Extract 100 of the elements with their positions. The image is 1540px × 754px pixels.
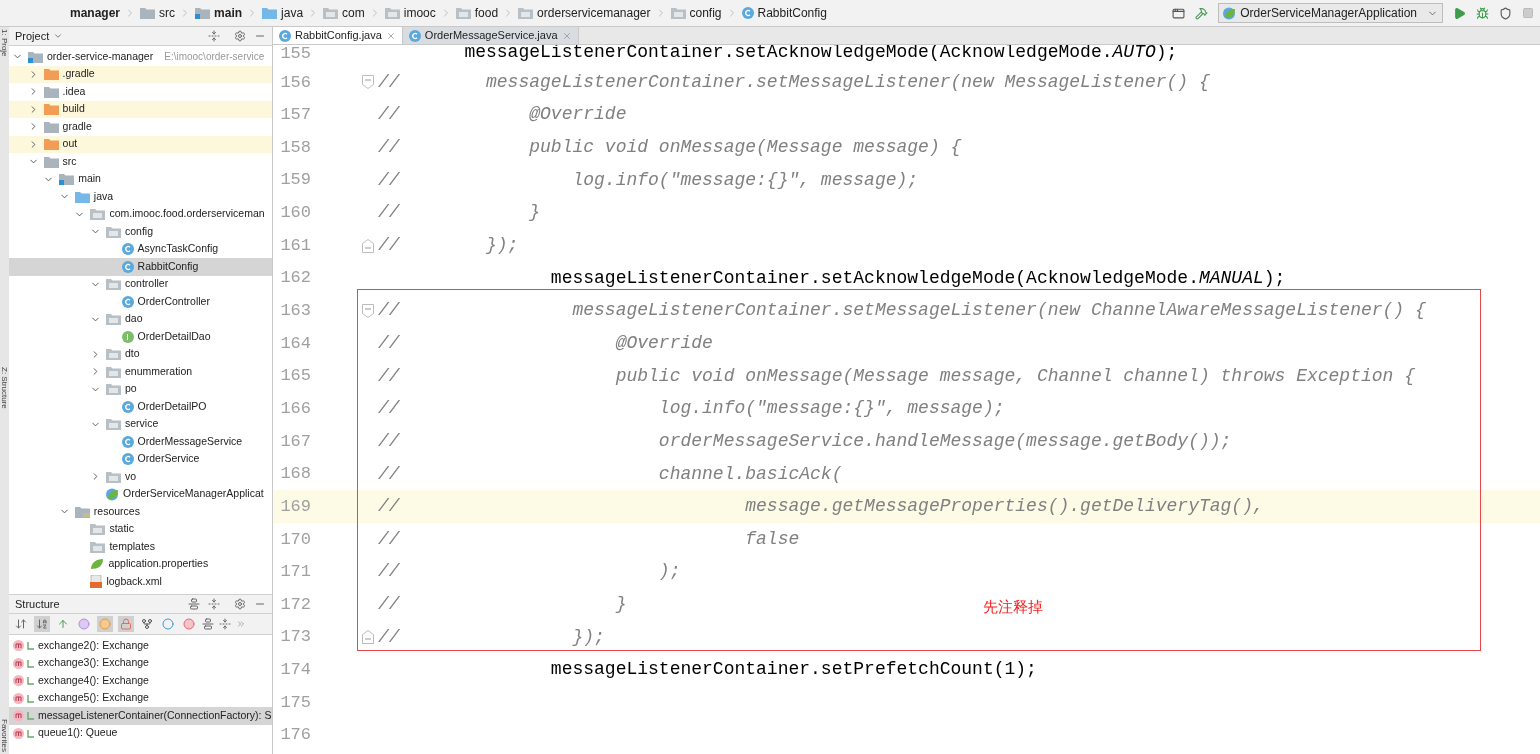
editor-tab[interactable]: RabbitConfig.java [273,27,403,44]
tree-item[interactable]: out [9,135,272,153]
caret-icon[interactable] [53,31,64,41]
method-icon [13,657,24,669]
line-number: 156 [279,71,311,94]
close-icon[interactable] [385,30,396,41]
code-line: // }); [378,234,519,257]
tree-item[interactable]: gradle [9,118,272,136]
breadcrumb[interactable]: config [689,4,722,22]
tree-item[interactable]: logback.xml [9,573,272,591]
panel-title[interactable]: Structure [15,595,60,613]
tree-item[interactable]: com.imooc.food.orderserviceman [9,205,272,223]
code-line: // public void onMessage(Message message, Channel channel) throws Exception { [378,364,1415,388]
tree-item[interactable]: build [9,100,272,118]
breadcrumb[interactable]: RabbitConfig [757,4,827,22]
leaf-icon [90,558,105,571]
line-number: 170 [279,528,311,551]
editor-tab[interactable]: OrderMessageService.java [402,27,579,44]
tree-item-label: logback.xml [106,573,162,589]
structure-item[interactable]: exchange5(): Exchange [9,689,272,707]
structure-item[interactable]: exchange2(): Exchange [9,637,272,655]
tree-item[interactable]: OrderDetailPO [9,398,272,416]
breadcrumb[interactable]: src [159,4,176,22]
tool-window-label[interactable]: 1: Proje [0,29,9,57]
tree-item-label: resources [93,503,140,519]
stop-icon[interactable] [1522,7,1534,19]
run-icon[interactable] [1453,6,1466,20]
class-icon [121,295,134,308]
breadcrumb[interactable]: manager [70,4,121,22]
tree-item[interactable]: main [9,170,272,188]
folder-icon [74,505,90,518]
tree-item[interactable]: java [9,188,272,206]
tree-item[interactable]: service [9,415,272,433]
tree-item[interactable]: order-service-manager E:\imooc\order-service [9,48,272,66]
tree-item[interactable]: AsyncTaskConfig [9,240,272,258]
line-number: 169 [279,495,311,518]
code-line: // orderMessageService.handleMessage(message.getBody()); [378,429,1232,453]
tree-item[interactable]: RabbitConfig [9,258,272,276]
breadcrumb[interactable]: orderservicemanager [537,4,651,22]
tool-window-label[interactable]: Favorites [0,719,9,752]
expand-all-icon[interactable] [188,598,200,610]
structure-item-label: exchange5(): Exchange [38,690,149,706]
tree-item[interactable]: OrderController [9,293,272,311]
interface-icon [121,330,134,343]
line-number: 159 [279,169,311,192]
tree-item[interactable]: po [9,380,272,398]
breadcrumb[interactable]: food [474,4,499,22]
tree-item[interactable]: vo [9,468,272,486]
close-icon[interactable] [561,30,572,41]
fold-marker-icon[interactable] [362,630,374,645]
more-icon[interactable] [236,619,246,629]
collapse-icon[interactable] [219,618,231,630]
tree-item[interactable]: application.properties [9,555,272,573]
xml-file-icon [90,575,103,589]
structure-item[interactable]: queue1(): Queue [9,724,272,742]
tree-item[interactable]: OrderMessageService [9,433,272,451]
fold-marker-icon[interactable] [362,303,374,318]
bug-icon[interactable] [1476,6,1489,20]
fold-marker-icon[interactable] [362,238,374,253]
tree-item[interactable]: controller [9,275,272,293]
code-line: // } [378,593,627,617]
tree-item[interactable]: OrderService [9,450,272,468]
folder-icon [262,7,278,19]
class-icon [741,7,754,19]
code-line: // message.getMessageProperties().getDeliveryTag(), [378,495,1264,519]
code-line: // @Override [378,103,627,127]
structure-item[interactable]: messageListenerContainer(ConnectionFactory): S [9,707,272,725]
tree-item[interactable]: dto [9,345,272,363]
settings-icon[interactable] [234,598,246,610]
class-icon [121,243,134,256]
run-configuration-dropdown[interactable]: OrderServiceManagerApplication [1218,3,1443,23]
structure-item[interactable]: exchange3(): Exchange [9,654,272,672]
tree-item[interactable]: .gradle [9,65,272,83]
tree-item[interactable]: static [9,520,272,538]
window-icon[interactable] [1172,6,1186,20]
settings-icon[interactable] [234,30,246,42]
tree-item[interactable]: OrderServiceManagerApplicat [9,485,272,503]
collapse-icon[interactable] [208,598,220,610]
tree-item[interactable]: dao [9,310,272,328]
expand-all-icon[interactable] [202,618,214,630]
fold-marker-icon[interactable] [362,75,374,90]
tree-item[interactable]: OrderDetailDao [9,328,272,346]
panel-title[interactable]: Project [15,27,50,45]
tool-window-label[interactable]: Z: Structure [0,366,9,409]
collapse-icon[interactable] [208,30,220,42]
folder-icon [106,278,121,291]
breadcrumb[interactable]: com [342,4,365,22]
tree-item[interactable]: src [9,153,272,171]
breadcrumb[interactable]: imooc [403,4,436,22]
tree-item[interactable]: config [9,223,272,241]
breadcrumb[interactable]: main [214,4,243,22]
tree-item[interactable]: .idea [9,83,272,101]
breadcrumb[interactable]: java [281,4,304,22]
structure-item[interactable]: exchange4(): Exchange [9,672,272,690]
coverage-icon[interactable] [1499,6,1512,20]
tree-item[interactable]: resources [9,503,272,521]
hammer-icon[interactable] [1195,6,1209,20]
line-number: 171 [279,561,311,584]
tree-item[interactable]: enummeration [9,363,272,381]
tree-item[interactable]: templates [9,538,272,556]
